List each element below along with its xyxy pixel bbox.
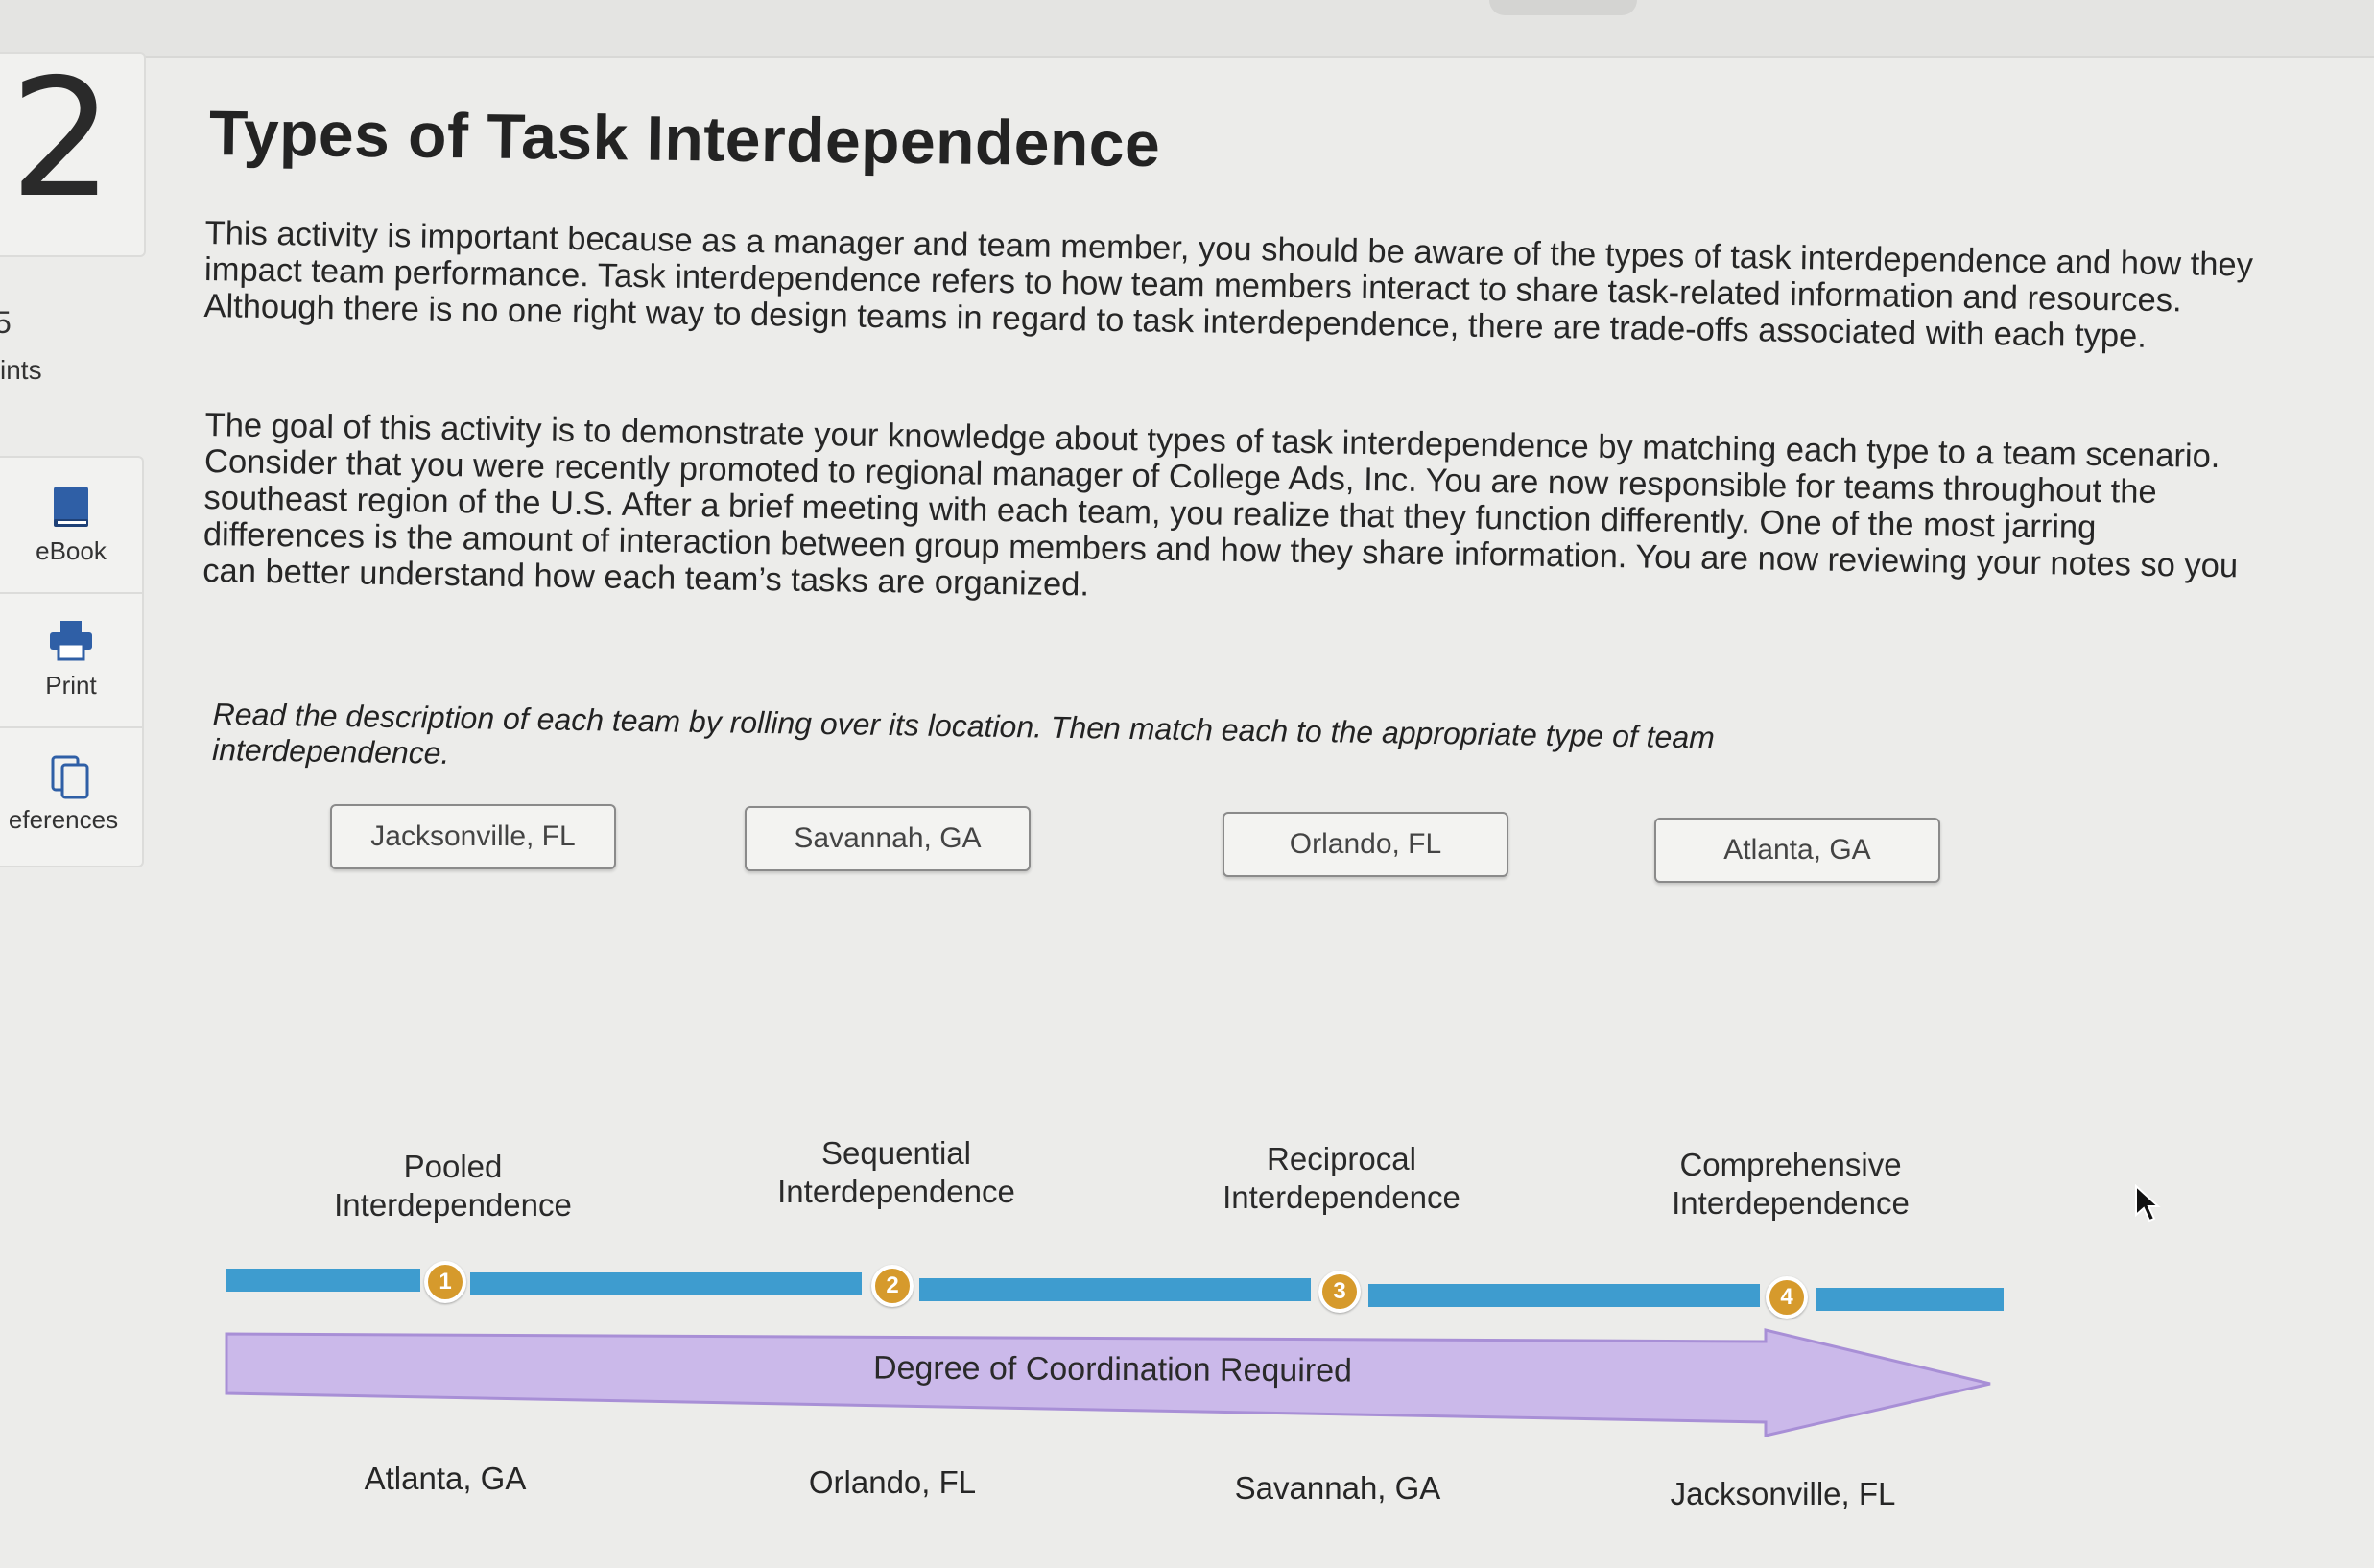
type-label-line2: Interdependence	[334, 1187, 572, 1223]
intro-paragraph: This activity is important because as a …	[203, 215, 2254, 355]
type-label-comprehensive: Comprehensive Interdependence	[1647, 1146, 1935, 1223]
instructions: Read the description of each team by rol…	[211, 697, 1716, 771]
answer-slot-pooled[interactable]: Atlanta, GA	[311, 1461, 580, 1497]
question-number: 2	[10, 44, 114, 234]
type-label-sequential: Sequential Interdependence	[752, 1134, 1040, 1211]
scale-bar-segment	[1368, 1284, 1760, 1307]
top-strip	[0, 0, 2374, 58]
type-label-reciprocal: Reciprocal Interdependence	[1198, 1140, 1485, 1217]
location-button-jacksonville[interactable]: Jacksonville, FL	[330, 804, 616, 869]
type-label-pooled: Pooled Interdependence	[309, 1148, 597, 1224]
marker-4: 4	[1766, 1276, 1808, 1319]
page-title: Types of Task Interdependence	[208, 97, 1161, 180]
location-button-orlando[interactable]: Orlando, FL	[1223, 812, 1508, 877]
type-label-line1: Sequential	[821, 1135, 971, 1171]
points-value: 5	[0, 305, 12, 340]
ebook-button[interactable]: eBook	[0, 458, 142, 594]
marker-3: 3	[1318, 1271, 1361, 1313]
references-icon	[49, 753, 93, 806]
top-tab[interactable]	[1489, 0, 1637, 15]
goal-paragraph: The goal of this activity is to demonstr…	[202, 407, 2239, 604]
answer-slot-comprehensive[interactable]: Jacksonville, FL	[1649, 1476, 1917, 1512]
marker-1: 1	[424, 1261, 466, 1303]
ebook-icon	[50, 485, 92, 535]
scale-bar-segment	[1816, 1288, 2004, 1311]
type-label-line1: Reciprocal	[1267, 1141, 1416, 1176]
answer-slot-reciprocal[interactable]: Savannah, GA	[1203, 1470, 1472, 1507]
type-label-line2: Interdependence	[1223, 1179, 1460, 1215]
tool-panel: eBook Print eferences	[0, 456, 144, 867]
location-button-atlanta[interactable]: Atlanta, GA	[1654, 818, 1940, 883]
references-label: eferences	[8, 805, 119, 834]
print-button[interactable]: Print	[0, 592, 142, 728]
type-label-line1: Pooled	[403, 1149, 503, 1184]
marker-2: 2	[871, 1265, 914, 1307]
type-label-line1: Comprehensive	[1679, 1147, 1902, 1182]
type-label-line2: Interdependence	[777, 1174, 1015, 1209]
scale-bar-segment	[470, 1272, 862, 1295]
mouse-cursor-icon	[2135, 1184, 2161, 1223]
answer-slot-sequential[interactable]: Orlando, FL	[758, 1464, 1027, 1501]
scale-bar-segment	[919, 1278, 1311, 1301]
arrow-label: Degree of Coordination Required	[872, 1349, 1353, 1390]
print-icon	[47, 619, 95, 668]
references-button[interactable]: eferences	[0, 726, 142, 861]
scale-bar-segment	[226, 1269, 420, 1292]
points-label: ints	[0, 355, 42, 385]
print-label: Print	[45, 671, 97, 700]
location-button-savannah[interactable]: Savannah, GA	[745, 806, 1031, 871]
ebook-label: eBook	[36, 536, 107, 565]
type-label-line2: Interdependence	[1672, 1185, 1910, 1221]
